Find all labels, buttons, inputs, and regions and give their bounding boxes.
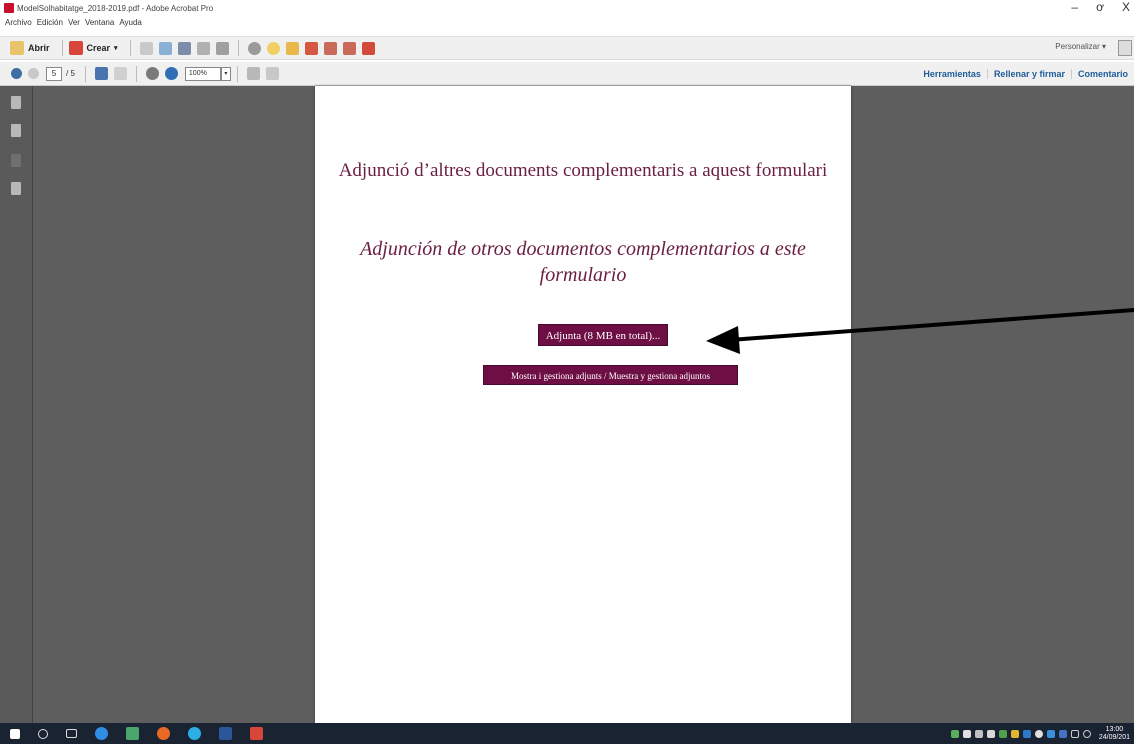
comment-icon[interactable]: [266, 41, 280, 55]
create-label: Crear: [86, 43, 111, 53]
search-icon[interactable]: [38, 728, 48, 739]
clock[interactable]: 13:00 24/09/201: [1099, 726, 1130, 742]
pdf-export-icon[interactable]: [342, 41, 356, 55]
network-icon[interactable]: [1070, 729, 1079, 738]
tray-icon[interactable]: [1046, 729, 1055, 738]
windows-start-icon[interactable]: [10, 728, 20, 739]
stamp-icon[interactable]: [285, 41, 299, 55]
zoom-input[interactable]: 100%: [184, 66, 221, 81]
toolbar-divider: [236, 65, 238, 82]
open-label: Abrir: [28, 43, 50, 53]
zoom-out-icon[interactable]: [145, 67, 159, 80]
tray-icon[interactable]: [950, 729, 959, 738]
select-cursor-icon[interactable]: [94, 67, 108, 80]
prev-page-icon[interactable]: [11, 68, 22, 79]
arrow-shaft: [729, 308, 1134, 342]
toolbar-divider: [129, 40, 131, 56]
title-bar: ModelSolhabitatge_2018-2019.pdf - Adobe …: [0, 0, 1134, 16]
menu-bar: Archivo Edición Ver Ventana Ayuda: [0, 15, 1134, 29]
acrobat-taskbar-icon[interactable]: [250, 727, 263, 740]
attachments-icon[interactable]: [11, 182, 21, 195]
fit-page-icon[interactable]: [246, 67, 260, 80]
chrome-icon[interactable]: [188, 727, 201, 740]
menu-ventana[interactable]: Ventana: [85, 18, 114, 27]
cloud-icon[interactable]: [158, 41, 172, 55]
edit-icon[interactable]: [196, 41, 210, 55]
tray-icon[interactable]: [1058, 729, 1067, 738]
close-button[interactable]: X: [1122, 0, 1130, 14]
hand-tool-icon[interactable]: [113, 67, 127, 80]
clock-date: 24/09/201: [1098, 733, 1130, 741]
save-icon[interactable]: [139, 41, 153, 55]
tab-tools[interactable]: Herramientas: [917, 69, 987, 79]
menu-ayuda[interactable]: Ayuda: [119, 18, 142, 27]
tray-icon[interactable]: [998, 729, 1007, 738]
print-icon[interactable]: [177, 41, 191, 55]
signatures-icon[interactable]: [11, 154, 21, 167]
manage-attachments-button[interactable]: Mostra i gestiona adjunts / Muestra y ge…: [483, 365, 738, 385]
tray-icon[interactable]: [1022, 729, 1031, 738]
volume-icon[interactable]: [1082, 729, 1091, 738]
tray-icon[interactable]: [1010, 729, 1019, 738]
menu-edicion[interactable]: Edición: [37, 18, 63, 27]
bookmark-icon[interactable]: [11, 124, 21, 137]
open-button[interactable]: Abrir: [10, 41, 50, 55]
maximize-button[interactable]: ơ: [1096, 0, 1104, 14]
chevron-down-icon: ▾: [114, 45, 118, 52]
word-icon[interactable]: [219, 727, 232, 740]
main-toolbar: Abrir Crear ▾ Personalizar ▾: [0, 36, 1134, 60]
customize-button[interactable]: Personalizar ▾: [1055, 42, 1106, 51]
tab-comments[interactable]: Comentario: [1070, 69, 1134, 79]
tray-icon[interactable]: [1034, 729, 1043, 738]
pdf-form-icon[interactable]: [323, 41, 337, 55]
heading-catalan: Adjunció d’altres documents complementar…: [338, 160, 828, 181]
acrobat-icon: [4, 3, 14, 13]
menu-ver[interactable]: Ver: [68, 18, 80, 27]
window-title: ModelSolhabitatge_2018-2019.pdf - Adobe …: [17, 3, 214, 13]
arrow-head: [706, 326, 740, 354]
edge-icon[interactable]: [95, 727, 108, 740]
heading-spanish: Adjunción de otros documentos complement…: [360, 238, 806, 286]
tab-fill-sign[interactable]: Rellenar y firmar: [986, 69, 1071, 79]
customize-label: Personalizar: [1055, 42, 1100, 51]
create-button[interactable]: Crear ▾: [68, 41, 118, 55]
navigation-toolbar: 5 / 5 100% ▾ Herramientas Rellenar y fir…: [0, 62, 1134, 86]
tray-icon[interactable]: [974, 729, 983, 738]
system-tray: 13:00 24/09/201: [950, 723, 1134, 744]
zoom-dropdown-icon[interactable]: ▾: [220, 66, 231, 81]
navigation-pane: [0, 86, 33, 723]
window-controls: – ơ X: [1071, 0, 1130, 14]
next-page-icon[interactable]: [28, 68, 39, 79]
toolbar-divider: [84, 65, 86, 82]
toolbar-divider: [61, 40, 63, 56]
task-view-icon[interactable]: [66, 729, 77, 738]
page-thumbnails-icon[interactable]: [11, 96, 21, 109]
clock-time: 13:00: [1105, 725, 1124, 733]
toolbar-divider: [135, 65, 137, 82]
annotation-arrow: [706, 308, 1134, 354]
zoom-in-icon[interactable]: [164, 67, 178, 80]
pdf-page: Adjunció d’altres documents complementar…: [315, 86, 851, 723]
attach-button[interactable]: Adjunta (8 MB en total)...: [538, 324, 668, 346]
create-pdf-icon: [68, 41, 83, 55]
page-number-input[interactable]: 5: [46, 66, 62, 81]
tray-icon[interactable]: [986, 729, 995, 738]
windows-taskbar: 13:00 24/09/201: [0, 723, 1134, 744]
pdf-sign-icon[interactable]: [361, 41, 375, 55]
fit-width-icon[interactable]: [265, 67, 279, 80]
menu-archivo[interactable]: Archivo: [5, 18, 32, 27]
settings-icon[interactable]: [247, 41, 261, 55]
firefox-icon[interactable]: [157, 727, 170, 740]
task-panes: Herramientas Rellenar y firmar Comentari…: [917, 62, 1134, 86]
toolbar-divider: [237, 40, 239, 56]
minimize-button[interactable]: –: [1071, 0, 1078, 14]
pdf-red-icon[interactable]: [304, 41, 318, 55]
folder-icon: [10, 41, 24, 55]
tool-panel-icon[interactable]: [1118, 40, 1132, 56]
page-total: / 5: [66, 69, 75, 78]
email-icon[interactable]: [215, 41, 229, 55]
tray-icon[interactable]: [962, 729, 971, 738]
file-explorer-icon[interactable]: [126, 727, 139, 740]
